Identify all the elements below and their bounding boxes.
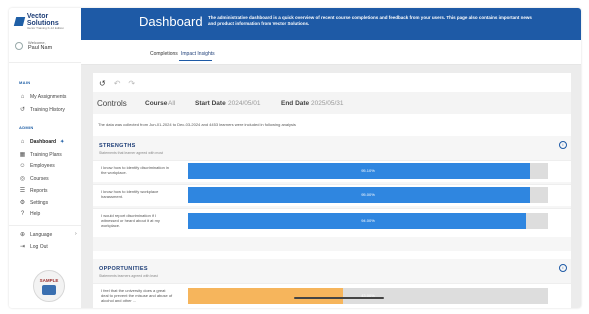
courses-icon: ◎ — [19, 176, 26, 182]
sidebar-item-label: Employees — [30, 163, 55, 169]
sidebar-divider — [9, 225, 81, 226]
sidebar-item-label: My Assignments — [30, 94, 67, 100]
app-window: Vector Solutions Vector Training K-12 Ed… — [9, 8, 581, 308]
info-icon[interactable]: i — [559, 141, 567, 149]
sidebar-item-employees[interactable]: ☺ Employees — [19, 163, 55, 169]
sidebar-item-label: Training History — [30, 106, 65, 113]
statement-label: I feel that the university does a great … — [101, 288, 173, 303]
refresh-icon[interactable]: ↺ — [99, 79, 106, 88]
user-name: Paul Nam — [28, 45, 53, 51]
end-date-label: End Date — [281, 100, 310, 107]
percentage-bar: 95.10% — [188, 163, 548, 179]
user-avatar-icon — [15, 41, 23, 50]
reports-icon: ☰ — [19, 188, 26, 194]
table-row: I know how to identify discrimination in… — [93, 160, 571, 182]
bar-value-label: 95.00% — [361, 192, 375, 197]
vector-logo-icon — [13, 16, 26, 26]
sidebar-item-label: Reports — [30, 187, 48, 194]
globe-icon: ⊕ — [19, 232, 26, 238]
sparkle-icon: ✦ — [60, 139, 65, 145]
home-icon: ⌂ — [20, 94, 25, 100]
sidebar: Vector Solutions Vector Training K-12 Ed… — [9, 8, 82, 308]
percentage-bar: 43.00% — [188, 288, 548, 304]
calendar-icon: ▦ — [19, 152, 26, 158]
help-icon: ? — [20, 211, 25, 217]
sidebar-item-label: Language — [30, 231, 53, 238]
sidebar-item-reports[interactable]: ☰ Reports — [19, 187, 48, 195]
percentage-bar: 95.00% — [188, 187, 548, 203]
sidebar-item-help[interactable]: ? Help — [19, 211, 40, 217]
history-icon: ↺ — [19, 107, 26, 113]
page-header: Dashboard The administrative dashboard i… — [81, 8, 581, 40]
bar-value-label: 94.00% — [361, 218, 375, 223]
sidebar-item-courses[interactable]: ◎ Courses — [19, 175, 49, 183]
end-date-field[interactable]: 2025/05/31 — [311, 100, 344, 107]
opportunities-subtitle: Statements learners agreed with least — [99, 274, 158, 278]
statement-label: I know how to identify workplace harassm… — [101, 189, 159, 199]
opportunities-title: OPPORTUNITIES — [99, 266, 148, 272]
scrollbar[interactable] — [294, 297, 384, 299]
chevron-right-icon[interactable]: › — [75, 231, 77, 237]
brand-logo[interactable]: Vector Solutions Vector Training K-12 Ed… — [13, 12, 81, 30]
badge-text: SAMPLE — [39, 277, 59, 283]
statement-label: I would report discrimination if I witne… — [101, 213, 160, 228]
sidebar-item-dashboard[interactable]: ⌂ Dashboard ✦ — [19, 139, 65, 145]
data-collection-note: The data was collected from Jun-01-2024 … — [98, 122, 296, 127]
course-filter[interactable]: All — [168, 100, 175, 107]
statement-label: I know how to identify discrimination in… — [101, 165, 170, 175]
sidebar-item-label: Log Out — [30, 243, 48, 250]
table-row: I would report discrimination if I witne… — [93, 208, 571, 237]
strengths-section: STRENGTHS Statements that learner agreed… — [93, 136, 571, 251]
info-icon[interactable]: i — [559, 264, 567, 272]
course-label: Course — [145, 100, 168, 107]
dashboard-icon: ⌂ — [20, 139, 25, 145]
sidebar-item-label: Training Plans — [30, 151, 62, 158]
redo-icon[interactable]: ↷ — [128, 79, 135, 88]
sidebar-section-main: MAIN — [19, 80, 31, 85]
sidebar-item-settings[interactable]: ⚙ Settings — [19, 199, 49, 207]
sidebar-item-language[interactable]: ⊕ Language — [19, 231, 53, 239]
sidebar-item-label: Help — [30, 211, 41, 217]
tab-completions[interactable]: Completions — [150, 51, 178, 57]
gear-icon: ⚙ — [19, 200, 26, 206]
logout-icon: ⇥ — [19, 244, 26, 250]
user-welcome: Welcome, Paul Nam — [15, 40, 52, 51]
strengths-title: STRENGTHS — [99, 143, 136, 149]
toolbar: ↺ ↶ ↷ — [99, 79, 135, 88]
undo-icon[interactable]: ↶ — [114, 79, 121, 88]
users-icon: ☺ — [19, 163, 26, 169]
page-title: Dashboard — [139, 14, 203, 29]
table-row: I know how to identify workplace harassm… — [93, 184, 571, 206]
active-tab-indicator — [179, 60, 212, 61]
sidebar-item-label: Dashboard — [30, 139, 57, 145]
badge-graphic — [42, 284, 56, 295]
bar-value-label: 95.10% — [361, 168, 375, 173]
opportunities-section: OPPORTUNITIES Statements learners agreed… — [93, 259, 571, 308]
sidebar-item-my-assignments[interactable]: ⌂ My Assignments — [19, 94, 67, 100]
sidebar-item-label: Courses — [30, 175, 49, 182]
sidebar-section-admin: ADMIN — [19, 125, 34, 130]
start-date-field[interactable]: 2024/05/01 — [228, 100, 261, 107]
insights-panel: ↺ ↶ ↷ Controls Course All Start Date 202… — [93, 73, 571, 308]
brand-name: Vector Solutions — [26, 12, 59, 27]
sidebar-item-label: Settings — [30, 199, 49, 206]
strengths-subtitle: Statements that learner agreed with most — [99, 151, 164, 155]
controls-bar: Controls Course All Start Date 2024/05/0… — [93, 92, 571, 114]
main-content: ↺ ↶ ↷ Controls Course All Start Date 202… — [81, 65, 581, 308]
sidebar-item-training-plans[interactable]: ▦ Training Plans — [19, 151, 62, 159]
sidebar-item-log-out[interactable]: ⇥ Log Out — [19, 243, 48, 251]
controls-title: Controls — [97, 99, 127, 108]
sidebar-item-training-history[interactable]: ↺ Training History — [19, 106, 65, 114]
sample-badge: SAMPLE — [33, 270, 65, 302]
table-row: I feel that the university does a great … — [93, 283, 571, 308]
brand-tagline: Vector Training K-12 Edition — [26, 25, 65, 30]
page-description: The administrative dashboard is a quick … — [208, 15, 532, 26]
start-date-label: Start Date — [195, 100, 226, 107]
percentage-bar: 94.00% — [188, 213, 548, 229]
tab-bar: Completions Impact Insights — [81, 40, 581, 65]
tab-impact-insights[interactable]: Impact Insights — [181, 51, 215, 57]
sidebar-divider — [9, 62, 81, 63]
